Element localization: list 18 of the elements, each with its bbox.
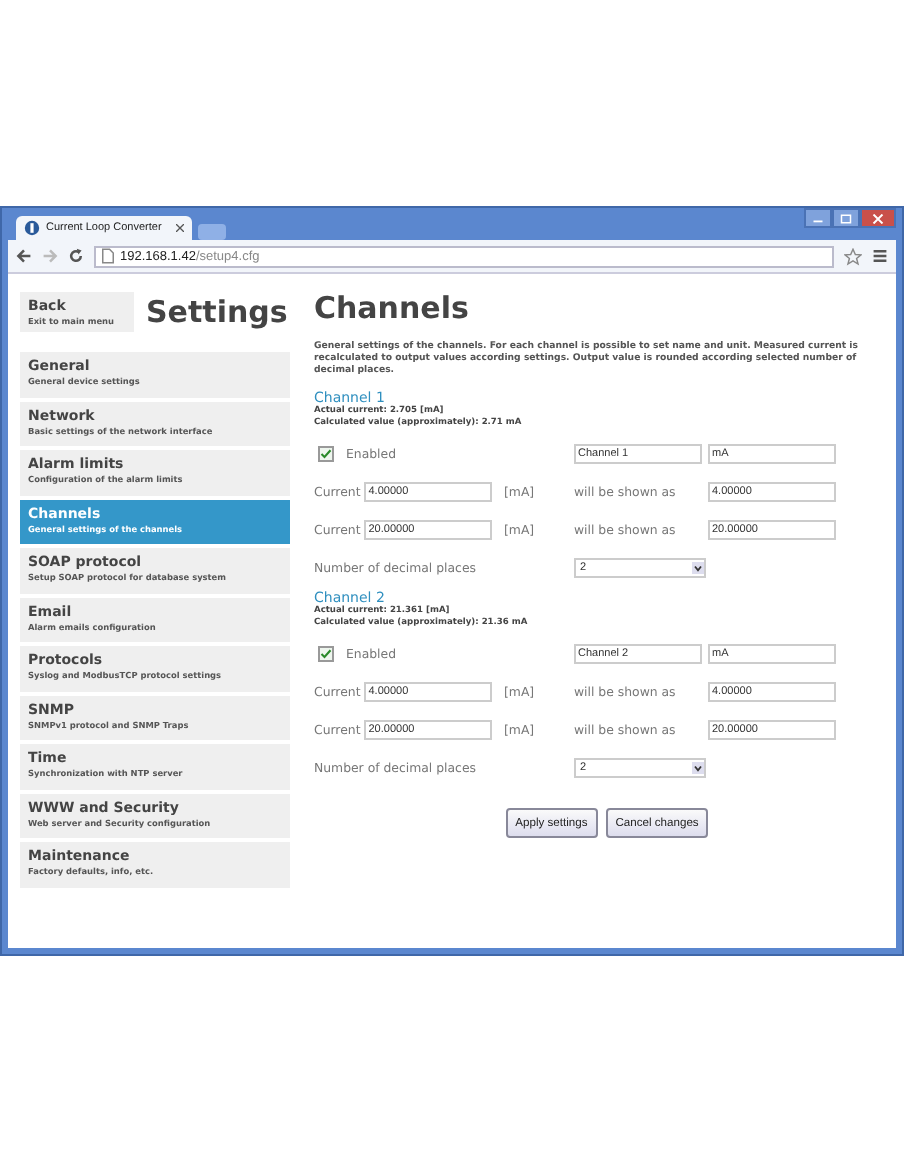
maximize-button[interactable] [832, 208, 860, 228]
menu-icon[interactable] [872, 248, 888, 264]
site-icon [24, 220, 40, 236]
dropdown-arrow-icon [692, 762, 704, 774]
minimize-button[interactable] [804, 208, 832, 228]
close-icon [872, 213, 884, 223]
enabled-checkbox[interactable] [318, 646, 334, 662]
maximize-icon [840, 213, 852, 223]
close-icon[interactable] [176, 224, 184, 232]
star-icon[interactable] [844, 247, 862, 265]
window-close-button[interactable] [860, 208, 896, 228]
page-icon [102, 248, 114, 264]
enabled-checkbox[interactable] [318, 446, 334, 462]
back-arrow-icon[interactable] [16, 248, 32, 264]
reload-icon[interactable] [68, 248, 84, 264]
settings-heading: Settings [146, 294, 288, 330]
page-title: Channels [314, 290, 471, 326]
dropdown-arrow-icon [692, 562, 704, 574]
